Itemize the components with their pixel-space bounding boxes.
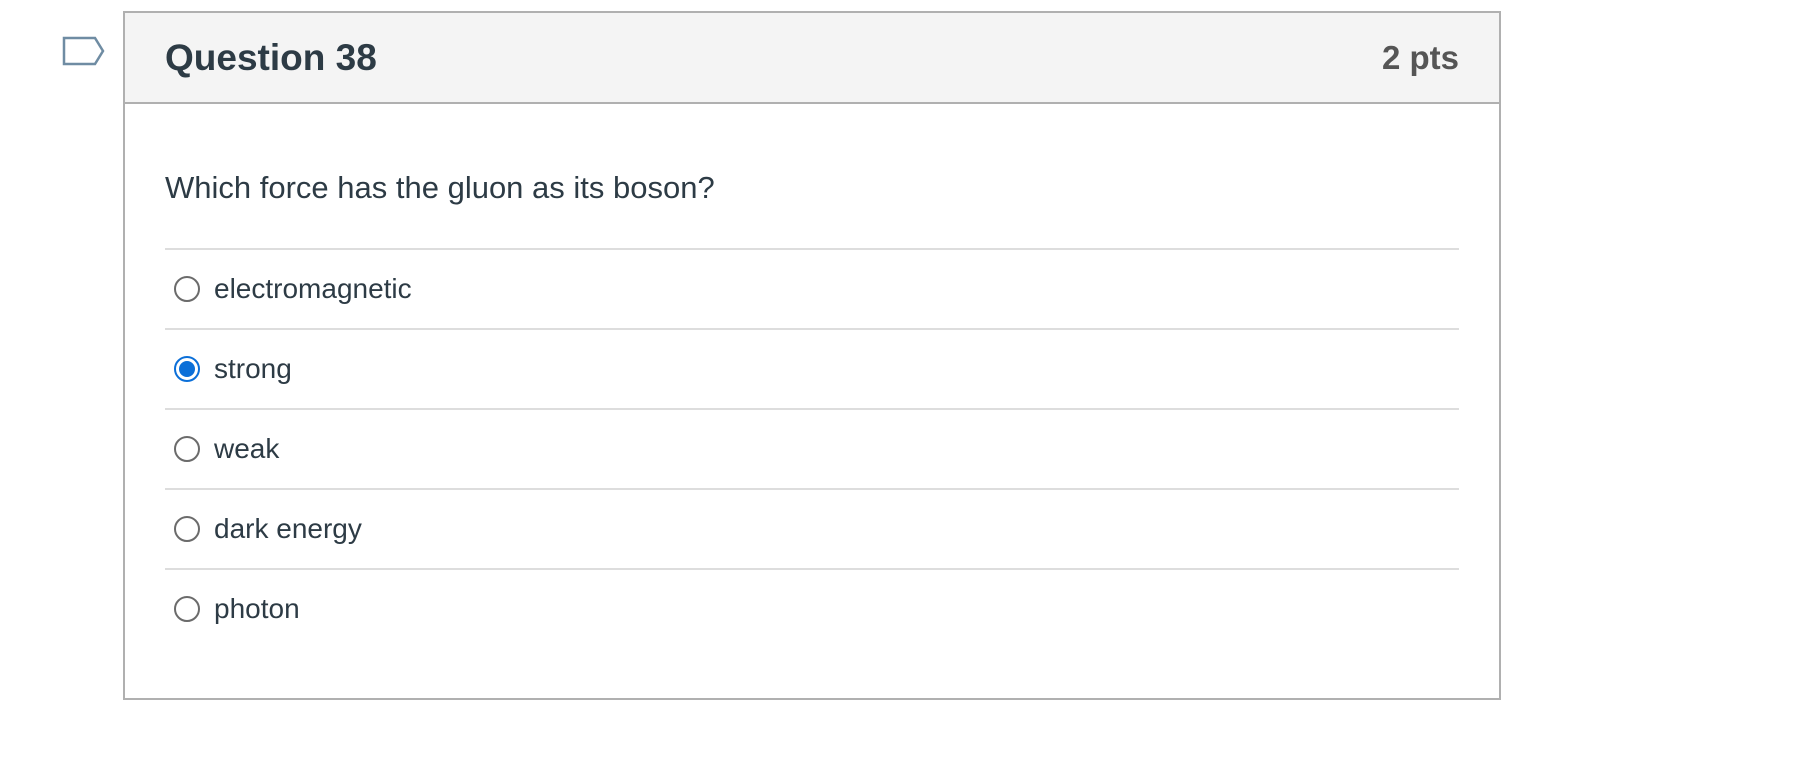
question-body: Which force has the gluon as its boson? …: [125, 104, 1499, 648]
answer-label: photon: [214, 593, 300, 625]
answer-list: electromagnetic strong weak dark energy …: [165, 248, 1459, 648]
answer-label: strong: [214, 353, 292, 385]
radio-button[interactable]: [174, 596, 200, 623]
question-title: Question 38: [165, 36, 377, 78]
answer-label: dark energy: [214, 513, 362, 545]
radio-button[interactable]: [174, 516, 200, 543]
question-header: Question 38 2 pts: [125, 13, 1499, 104]
radio-button[interactable]: [174, 356, 200, 383]
question-card: Question 38 2 pts Which force has the gl…: [123, 11, 1501, 700]
answer-label: electromagnetic: [214, 273, 412, 305]
question-points: 2 pts: [1381, 38, 1459, 76]
answer-option[interactable]: photon: [165, 570, 1459, 648]
question-text: Which force has the gluon as its boson?: [165, 170, 715, 205]
answer-option[interactable]: strong: [165, 330, 1459, 411]
radio-button[interactable]: [174, 436, 200, 463]
answer-option[interactable]: weak: [165, 410, 1459, 491]
radio-button[interactable]: [174, 276, 200, 303]
flag-question-icon[interactable]: [62, 36, 106, 72]
answer-option[interactable]: electromagnetic: [165, 250, 1459, 331]
answer-option[interactable]: dark energy: [165, 490, 1459, 571]
answer-label: weak: [214, 433, 280, 465]
